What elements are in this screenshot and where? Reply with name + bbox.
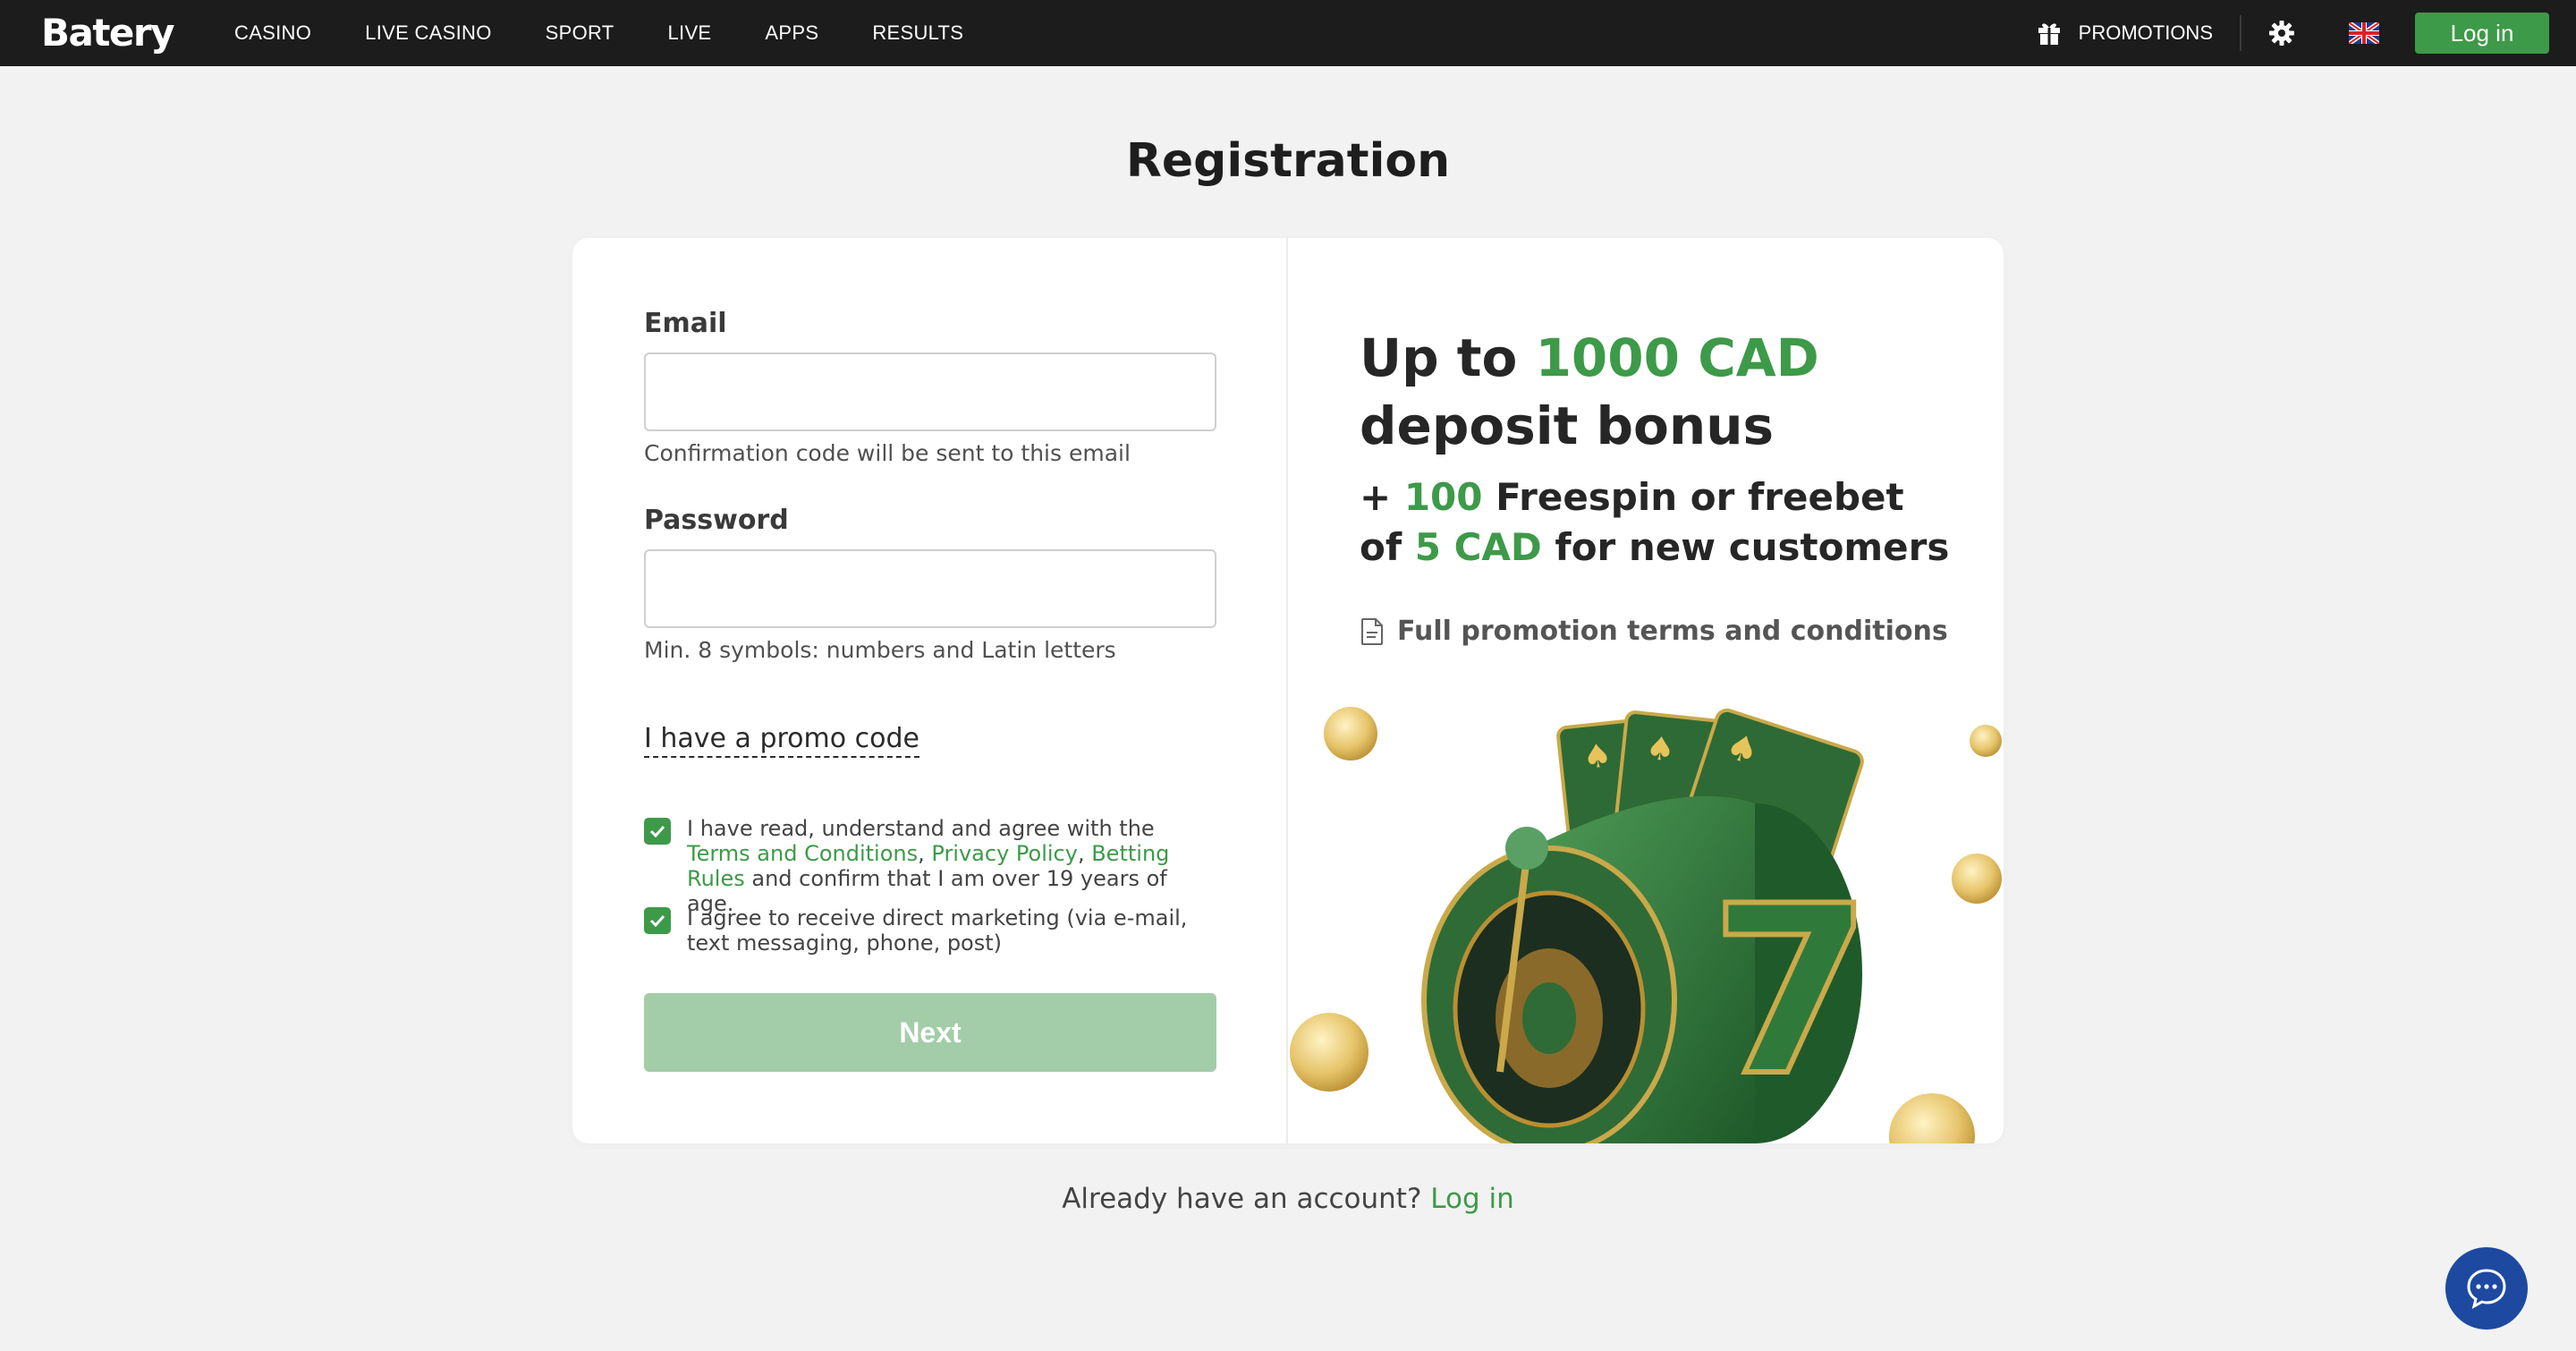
marketing-consent-row: I agree to receive direct marketing (via… [644, 905, 1216, 956]
login-prompt: Already have an account? Log in [0, 1183, 2576, 1215]
coin-decoration [1952, 854, 2002, 904]
promotions-label: PROMOTIONS [2078, 21, 2213, 44]
terms-prefix: I have read, understand and agree with t… [687, 816, 1155, 841]
chat-button[interactable] [2445, 1247, 2528, 1330]
bonus-line1-pre: Up to [1360, 327, 1536, 388]
password-label: Password [644, 505, 789, 536]
bonus-amount: 1000 CAD [1535, 327, 1819, 388]
bonus-subheadline: + 100 Freespin or freebet of 5 CAD for n… [1360, 472, 1949, 573]
uk-flag-icon [2349, 22, 2379, 44]
header-tools: PROMOTIONS Log in [2038, 0, 2549, 66]
terms-link[interactable]: Terms and Conditions [687, 841, 918, 866]
login-prompt-text: Already have an account? [1062, 1183, 1422, 1215]
marketing-checkbox[interactable] [644, 907, 671, 934]
language-selector[interactable] [2349, 22, 2379, 44]
settings-button[interactable] [2268, 20, 2295, 47]
freebet-amount: 5 CAD [1414, 525, 1542, 569]
promotions-link[interactable]: PROMOTIONS [2038, 21, 2213, 46]
svg-text:♠: ♠ [1644, 730, 1676, 769]
document-icon [1361, 617, 1383, 645]
terms-consent-row: I have read, understand and agree with t… [644, 816, 1216, 916]
footer-login-link[interactable]: Log in [1430, 1183, 1513, 1215]
coin-decoration [1290, 1013, 1368, 1092]
terms-text: I have read, understand and agree with t… [687, 816, 1216, 916]
marketing-text: I agree to receive direct marketing (via… [687, 905, 1188, 956]
checkmark-icon [649, 825, 665, 837]
gift-icon [2038, 23, 2060, 45]
nav-live-casino[interactable]: LIVE CASINO [365, 21, 491, 45]
checkmark-icon [649, 914, 665, 927]
bonus-line4-post: for new customers [1541, 525, 1950, 569]
privacy-link[interactable]: Privacy Policy [931, 841, 1078, 866]
freespin-count: 100 [1403, 475, 1483, 519]
next-button[interactable]: Next [644, 993, 1216, 1072]
password-field[interactable] [644, 549, 1216, 628]
email-field[interactable] [644, 353, 1216, 431]
promo-code-toggle[interactable]: I have a promo code [644, 723, 919, 758]
registration-card: Email Confirmation code will be sent to … [572, 238, 2004, 1143]
header-login-button[interactable]: Log in [2415, 13, 2549, 54]
nav-results[interactable]: RESULTS [872, 21, 963, 45]
top-navbar: Batery CASINO LIVE CASINO SPORT LIVE APP… [0, 0, 2576, 66]
terms-checkbox[interactable] [644, 818, 671, 845]
nav-casino[interactable]: CASINO [234, 21, 311, 45]
slot-machine-illustration: ♠ ♠ ♠ ♥ 7 [1290, 678, 2004, 1143]
page-title: Registration [1125, 134, 1451, 188]
promotion-terms-label: Full promotion terms and conditions [1397, 616, 1948, 647]
nav-apps[interactable]: APPS [765, 21, 818, 45]
promotion-terms-link[interactable]: Full promotion terms and conditions [1360, 616, 1948, 647]
bonus-line2: deposit bonus [1360, 395, 1775, 456]
terms-sep2: , [1077, 841, 1092, 866]
header-divider [2240, 15, 2241, 51]
email-label: Email [644, 308, 727, 339]
svg-text:♠: ♠ [1581, 737, 1614, 777]
gear-icon [2269, 21, 2294, 46]
chat-bubble-icon [2467, 1269, 2506, 1309]
batery-logo[interactable]: Batery [41, 11, 175, 55]
coin-decoration [1324, 707, 1377, 760]
svg-text:7: 7 [1710, 857, 1872, 1127]
main-nav: CASINO LIVE CASINO SPORT LIVE APPS RESUL… [234, 0, 1017, 66]
nav-live[interactable]: LIVE [668, 21, 712, 45]
registration-form: Email Confirmation code will be sent to … [572, 238, 1288, 1143]
email-hint: Confirmation code will be sent to this e… [644, 440, 1131, 466]
nav-sport[interactable]: SPORT [546, 21, 614, 45]
password-hint: Min. 8 symbols: numbers and Latin letter… [644, 637, 1116, 663]
bonus-line4-pre: of [1360, 525, 1415, 569]
bonus-panel: Up to 1000 CAD deposit bonus + 100 Frees… [1290, 238, 2004, 1143]
terms-sep1: , [918, 841, 932, 866]
coin-decoration [1970, 725, 2002, 757]
bonus-headline: Up to 1000 CAD deposit bonus [1360, 324, 1819, 460]
bonus-line3-post: Freespin or freebet [1482, 475, 1904, 519]
bonus-line3-pre: + [1360, 475, 1404, 519]
